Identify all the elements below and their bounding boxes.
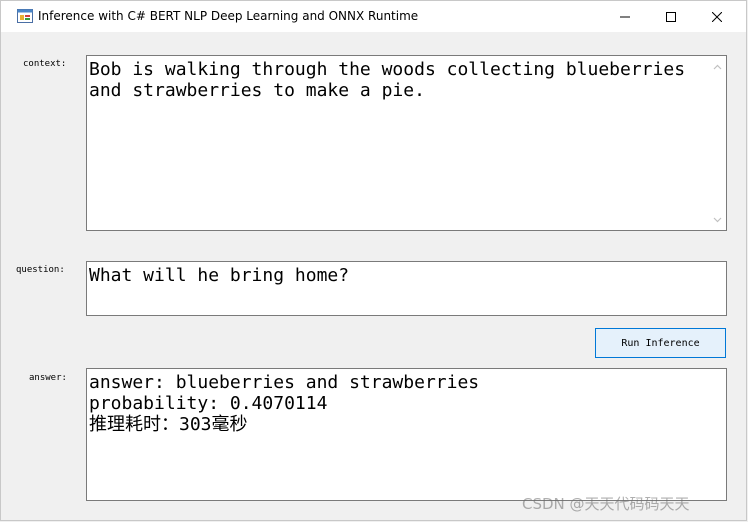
chevron-down-icon — [713, 217, 722, 222]
window-title: Inference with C# BERT NLP Deep Learning… — [38, 9, 419, 23]
scroll-up-arrow[interactable] — [709, 58, 726, 75]
scroll-down-arrow[interactable] — [709, 211, 726, 228]
context-textarea[interactable]: Bob is walking through the woods collect… — [86, 55, 727, 231]
context-text: Bob is walking through the woods collect… — [89, 59, 696, 101]
app-form-icon — [17, 9, 33, 23]
title-bar[interactable]: Inference with C# BERT NLP Deep Learning… — [1, 1, 746, 32]
maximize-icon — [666, 11, 676, 22]
context-label: context: — [23, 59, 67, 69]
context-scrollbar[interactable] — [709, 56, 726, 230]
run-inference-button[interactable]: Run Inference — [595, 328, 726, 358]
minimize-button[interactable] — [602, 1, 648, 32]
answer-textarea[interactable]: answer: blueberries and strawberries pro… — [86, 368, 727, 501]
maximize-button[interactable] — [648, 1, 694, 32]
chevron-up-icon — [713, 64, 722, 69]
watermark: CSDN @天天代码码天天 — [522, 495, 690, 513]
question-input[interactable]: What will he bring home? — [86, 261, 727, 316]
answer-label: answer: — [29, 373, 67, 383]
minimize-icon — [620, 16, 630, 17]
close-icon — [712, 11, 722, 22]
question-text: What will he bring home? — [89, 265, 350, 286]
main-window: Inference with C# BERT NLP Deep Learning… — [0, 0, 747, 521]
question-label: question: — [16, 265, 65, 275]
answer-text: answer: blueberries and strawberries pro… — [89, 372, 480, 435]
close-button[interactable] — [694, 1, 740, 32]
